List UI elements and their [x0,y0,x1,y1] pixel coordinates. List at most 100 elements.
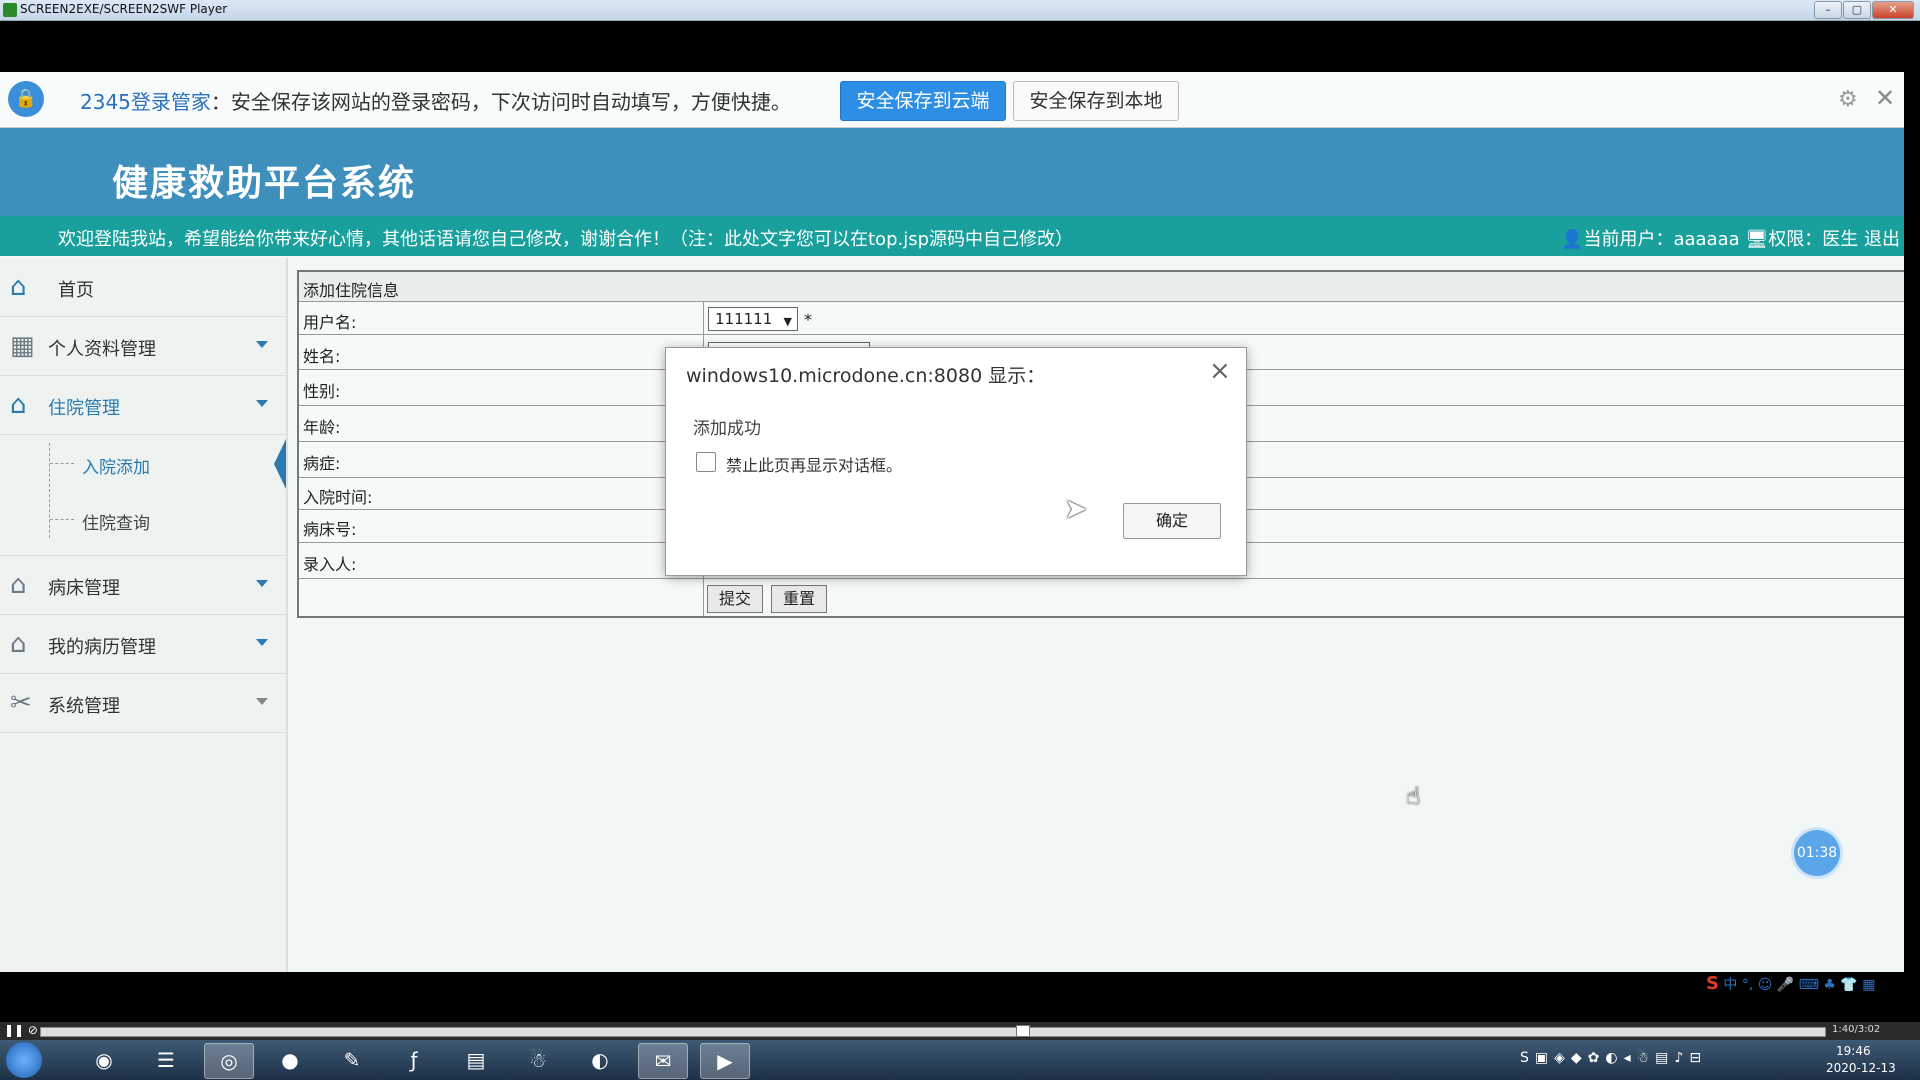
close-window-button[interactable]: ✕ [1872,1,1914,19]
sidebar-item-hospital[interactable]: ⌂ 住院管理 [0,376,286,435]
chevron-down-icon [256,400,268,407]
start-button[interactable] [6,1042,42,1078]
minimize-button[interactable]: – [1814,1,1842,19]
save-to-cloud-button[interactable]: 安全保存到云端 [840,81,1006,121]
sidebar-item-label: 首页 [58,280,94,301]
suppress-dialogs-label[interactable]: 禁止此页再显示对话框。 [726,452,902,476]
site-title: 健康救助平台系统 [112,163,417,204]
sidebar-item-personal[interactable]: ▦ 个人资料管理 [0,317,286,376]
sidebar-item-label: 系统管理 [48,696,120,717]
chrome-icon[interactable]: ◉ [80,1043,128,1077]
chevron-down-icon: ▼ [783,315,792,328]
save-to-local-button[interactable]: 安全保存到本地 [1013,81,1179,121]
progress-knob[interactable] [1016,1025,1031,1037]
close-icon[interactable]: × [1209,356,1231,386]
age-label: 年龄: [303,418,341,437]
sidebar-item-bed[interactable]: ⌂ 病床管理 [0,556,286,615]
hand-pointer-icon: ☝ [1406,782,1421,810]
player-controls: ❚❚ ⊘ 1:40/3:02 [0,1022,1920,1040]
form-row-username: 用户名: [299,302,1904,335]
current-user: aaaaaa [1673,229,1740,250]
username-select-value: 111111 [715,310,773,328]
player-app-icon [3,3,17,17]
current-item-marker [274,439,286,489]
browser-icon[interactable]: ◎ [204,1043,254,1079]
logout-link[interactable]: 退出 [1864,229,1900,250]
alert-dialog: windows10.microdone.cn:8080 显示： × 添加成功 禁… [665,347,1247,576]
sogou-logo-icon[interactable]: S [1706,973,1719,994]
app-icon[interactable]: ☰ [142,1043,190,1077]
notepad-icon[interactable]: ✎ [328,1043,376,1077]
close-icon[interactable]: ✕ [1875,84,1895,112]
taskbar: ◉ ☰ ◎ ● ✎ ƒ ▤ ☃ ◐ ✉ ▶ S▣◈◆✿◐◂☃▤♪⊟ 19:46 … [0,1040,1920,1080]
maximize-button[interactable]: ▢ [1843,1,1871,19]
sidebar-subitem-label: 入院添加 [82,458,150,478]
player-title-bar: SCREEN2EXE/SCREEN2SWF Player – ▢ ✕ [0,0,1920,21]
tree-connector [50,463,74,464]
chevron-down-icon [256,639,268,646]
chevron-down-icon [256,698,268,705]
user-icon: 👤 [1561,229,1584,250]
house-icon: ⌂ [10,390,27,420]
qq-icon[interactable]: ☃ [514,1043,562,1077]
form-heading: 添加住院信息 [303,281,400,300]
system-tray[interactable]: S▣◈◆✿◐◂☃▤♪⊟ [1520,1050,1707,1066]
suppress-dialogs-checkbox[interactable] [696,452,716,472]
site-header: 健康救助平台系统 [0,128,1904,216]
submit-button[interactable]: 提交 [707,585,763,613]
role-label: 权限： [1768,229,1823,250]
sidebar-item-home[interactable]: ⌂ 首页 [0,258,286,317]
wechat-icon[interactable]: ✉ [638,1043,688,1079]
sidebar-item-label: 我的病历管理 [48,637,156,658]
dialog-title: windows10.microdone.cn:8080 显示： [686,365,1046,387]
disease-label: 病症: [303,454,341,473]
name-label: 姓名: [303,347,341,366]
folder-icon[interactable]: ▤ [452,1043,500,1077]
player-taskbar-icon[interactable]: ▶ [700,1043,750,1079]
reset-button[interactable]: 重置 [771,585,827,613]
ime-toolbar: S 中 °, ☺ 🎤 ⌨ ♣ 👕 ▦ [1706,973,1920,999]
sidebar-item-label: 住院管理 [48,398,120,419]
form-heading-row: 添加住院信息 [299,272,1904,302]
ime-tools-icon[interactable]: °, ☺ 🎤 ⌨ ♣ 👕 ▦ [1742,977,1876,993]
progress-track[interactable] [40,1027,1826,1037]
tree-connector [50,519,74,520]
sidebar-item-label: 病床管理 [48,578,120,599]
house-icon: ⌂ [10,629,27,659]
sidebar-subitem-add[interactable]: 入院添加 [0,435,286,491]
password-bar-text: ：安全保存该网站的登录密码，下次访问时自动填写，方便快捷。 [210,90,791,114]
welcome-text: 欢迎登陆我站，希望能给你带来好心情，其他话语请您自己修改，谢谢合作！（注：此处文… [58,229,1074,250]
home-icon: ⌂ [10,272,27,302]
user-info: 👤当前用户：aaaaaa 🖥权限：医生 退出 [1561,225,1900,251]
bed-no-label: 病床号: [303,520,357,539]
entered-by-label: 录入人: [303,555,357,574]
username-label: 用户名: [303,313,357,332]
sidebar-item-label: 个人资料管理 [48,339,156,360]
sidebar-item-system[interactable]: ✂ 系统管理 [0,674,286,733]
lock-icon: 🔒 [8,81,44,117]
username-select[interactable]: 111111 ▼ [708,307,798,331]
role-value: 医生 [1822,229,1859,250]
chevron-down-icon [256,580,268,587]
flash-icon[interactable]: ƒ [390,1043,438,1077]
pause-icon[interactable]: ❚❚ ⊘ [4,1023,38,1037]
tree-line [49,443,50,538]
recorded-screen: 🔒 2345登录管家：安全保存该网站的登录密码，下次访问时自动填写，方便快捷。 … [0,72,1904,972]
clock-date: 2020-12-13 [1826,1061,1896,1075]
sidebar-item-records[interactable]: ⌂ 我的病历管理 [0,615,286,674]
welcome-bar: 欢迎登陆我站，希望能给你带来好心情，其他话语请您自己修改，谢谢合作！（注：此处文… [0,216,1904,256]
grid-icon: ▦ [10,331,35,361]
ok-button[interactable]: 确定 [1123,503,1221,539]
progress-time: 1:40/3:02 [1832,1024,1881,1035]
sidebar-subitem-query[interactable]: 住院查询 [0,491,286,556]
current-user-label: 当前用户： [1583,229,1674,250]
gear-icon[interactable]: ⚙ [1838,87,1858,112]
ime-mode[interactable]: 中 [1723,977,1737,993]
gender-label: 性别: [303,382,341,401]
dialog-message: 添加成功 [693,419,761,439]
speaker-app-icon[interactable]: ◐ [576,1043,624,1077]
admit-time-label: 入院时间: [303,488,373,507]
mouse-pointer-icon: ➤ [1064,492,1088,525]
leaf-app-icon[interactable]: ● [266,1043,314,1077]
recording-timer[interactable]: 01:38 [1794,830,1840,876]
